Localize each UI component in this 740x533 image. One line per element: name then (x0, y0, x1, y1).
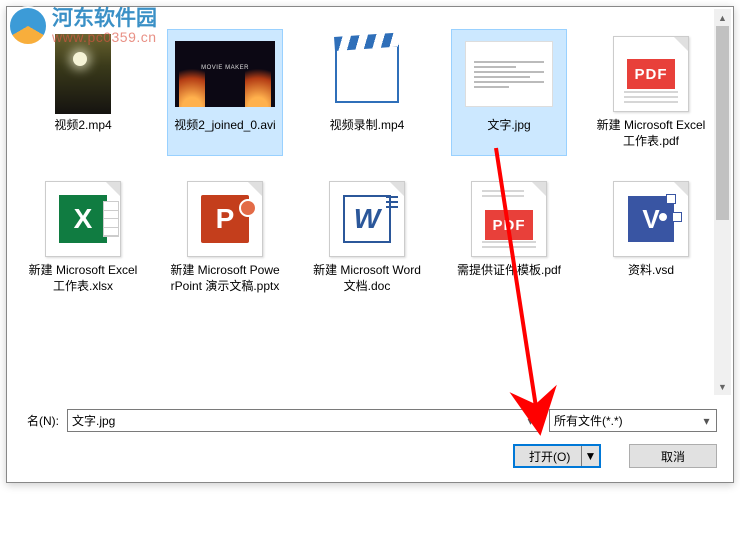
file-label: 资料.vsd (628, 263, 674, 279)
file-type-filter[interactable]: 所有文件(*.*) ▾ (549, 409, 717, 432)
watermark: 河东软件园 www.pc0359.cn (8, 6, 157, 46)
file-item[interactable]: W 新建 Microsoft Word 文档.doc (309, 174, 425, 301)
file-list[interactable]: 视频2.mp4 MOVIE MAKER 视频2_joined_0.avi 视频录… (7, 7, 733, 397)
file-item[interactable]: 视频录制.mp4 (309, 29, 425, 156)
filename-label: 名(N): (13, 412, 59, 429)
cancel-button[interactable]: 取消 (629, 444, 717, 468)
video-thumb-icon (55, 34, 111, 114)
file-label: 视频2_joined_0.avi (174, 118, 275, 134)
video-thumb-icon: MOVIE MAKER (175, 41, 275, 107)
file-item[interactable]: MOVIE MAKER 视频2_joined_0.avi (167, 29, 283, 156)
chevron-down-icon[interactable]: ▾ (522, 411, 539, 430)
watermark-url: www.pc0359.cn (52, 30, 157, 45)
pdf-icon: PDF (613, 36, 689, 112)
file-item[interactable]: PDF 新建 Microsoft Excel 工作表.pdf (593, 29, 709, 156)
pdf-icon: PDF (471, 181, 547, 257)
watermark-title: 河东软件园 (52, 7, 157, 30)
file-item[interactable]: X 新建 Microsoft Excel 工作表.xlsx (25, 174, 141, 301)
filename-input[interactable]: 文字.jpg ▾ (67, 409, 541, 432)
clapperboard-icon (335, 45, 399, 103)
file-label: 新建 Microsoft Excel 工作表.xlsx (28, 263, 138, 294)
visio-icon: V (613, 181, 689, 257)
open-button[interactable]: 打开(O) ▼ (513, 444, 601, 468)
chevron-down-icon[interactable]: ▾ (698, 411, 715, 430)
scroll-thumb[interactable] (716, 26, 729, 220)
file-label: 视频录制.mp4 (330, 118, 405, 134)
open-file-dialog: 视频2.mp4 MOVIE MAKER 视频2_joined_0.avi 视频录… (6, 6, 734, 483)
file-item[interactable]: 视频2.mp4 (25, 29, 141, 156)
file-item[interactable]: 文字.jpg (451, 29, 567, 156)
filename-value: 文字.jpg (72, 412, 115, 429)
file-label: 新建 Microsoft Excel 工作表.pdf (596, 118, 706, 149)
file-item[interactable]: PDF 需提供证件模板.pdf (451, 174, 567, 301)
cancel-button-label: 取消 (661, 448, 685, 465)
scroll-down-icon[interactable]: ▼ (714, 378, 731, 395)
file-label: 文字.jpg (487, 118, 530, 134)
filter-value: 所有文件(*.*) (554, 412, 623, 429)
site-logo-icon (8, 6, 48, 46)
open-button-dropdown[interactable]: ▼ (581, 446, 599, 466)
image-thumb-icon (465, 41, 553, 107)
powerpoint-icon: P (187, 181, 263, 257)
file-label: 视频2.mp4 (54, 118, 111, 134)
scroll-up-icon[interactable]: ▲ (714, 9, 731, 26)
open-button-label: 打开(O) (529, 448, 570, 465)
vertical-scrollbar[interactable]: ▲ ▼ (714, 9, 731, 395)
file-label: 新建 Microsoft PowerPoint 演示文稿.pptx (170, 263, 280, 294)
word-icon: W (329, 181, 405, 257)
file-item[interactable]: P 新建 Microsoft PowerPoint 演示文稿.pptx (167, 174, 283, 301)
file-label: 需提供证件模板.pdf (457, 263, 561, 279)
dialog-bottom-bar: 名(N): 文字.jpg ▾ 所有文件(*.*) ▾ 打开(O) ▼ 取消 (7, 397, 733, 482)
file-label: 新建 Microsoft Word 文档.doc (312, 263, 422, 294)
excel-icon: X (45, 181, 121, 257)
file-item[interactable]: V 资料.vsd (593, 174, 709, 301)
